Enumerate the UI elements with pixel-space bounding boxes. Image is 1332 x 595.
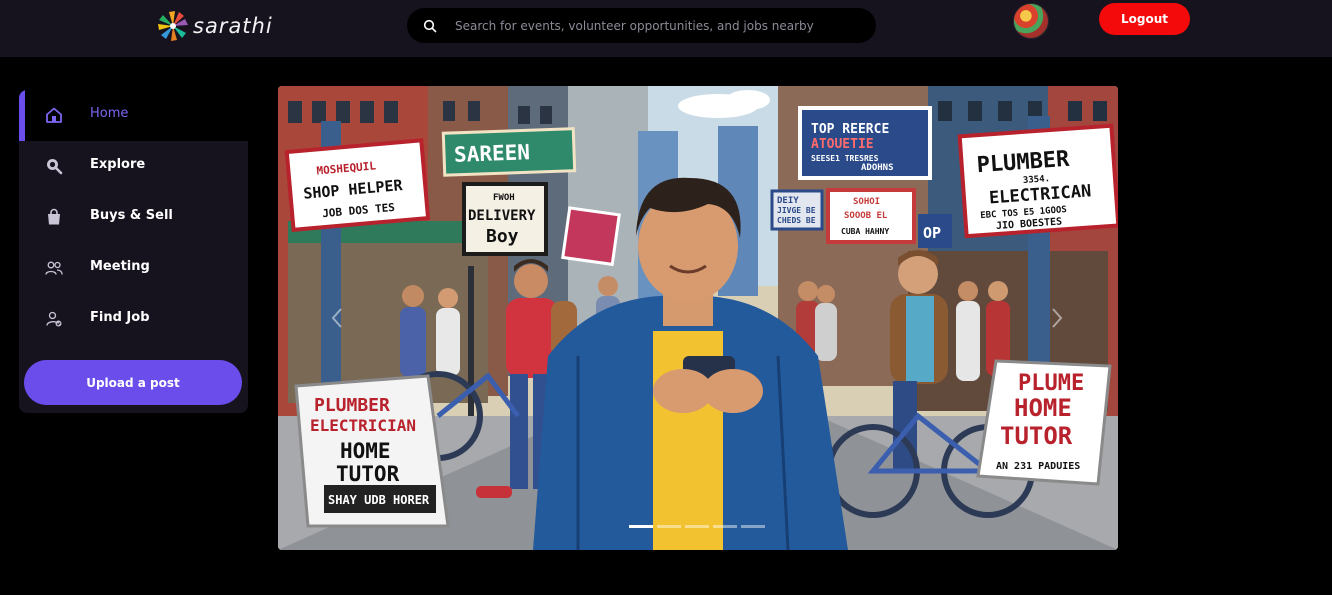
carousel-slide-image: MOSHEQUIL SHOP HELPER JOB DOS TES SAREEN… bbox=[278, 86, 1118, 550]
sign-text: JIVGE BE bbox=[777, 206, 816, 215]
carousel-prev-icon[interactable] bbox=[330, 306, 344, 330]
sidebar-item-label: Meeting bbox=[90, 259, 150, 274]
carousel-next-icon[interactable] bbox=[1050, 306, 1064, 330]
sidebar-item-label: Home bbox=[90, 106, 129, 121]
sign-text: SOOOB EL bbox=[844, 211, 888, 221]
sidebar-item-buys-sell[interactable]: Buys & Sell bbox=[19, 192, 248, 243]
search-icon bbox=[423, 19, 437, 32]
carousel-dot[interactable] bbox=[629, 525, 653, 528]
carousel-dot[interactable] bbox=[685, 525, 709, 528]
sign-text: HOME bbox=[340, 439, 391, 463]
sign-text: CUBA HAHNY bbox=[841, 227, 889, 236]
hero-carousel[interactable]: MOSHEQUIL SHOP HELPER JOB DOS TES SAREEN… bbox=[278, 86, 1118, 550]
sidebar: Home Explore Buys & Sell Meeting Find Jo… bbox=[19, 90, 248, 413]
sidebar-item-meeting[interactable]: Meeting bbox=[19, 243, 248, 294]
logo-icon bbox=[158, 11, 188, 41]
shopping-bag-icon bbox=[48, 208, 60, 225]
sign-text: SHAY UDB HORER bbox=[328, 493, 430, 507]
sign-text: AN 231 PADUIES bbox=[996, 461, 1080, 472]
sign-text: ADOHNS bbox=[861, 163, 894, 173]
sign-text: SOHOI bbox=[853, 197, 880, 207]
sign-text: CHEDS BE bbox=[777, 216, 816, 225]
top-bar: sarathi Logout bbox=[0, 0, 1332, 57]
sign-text: SAREEN bbox=[454, 140, 531, 167]
sign-text: PLUMBER bbox=[314, 395, 390, 416]
sign-text: TUTOR bbox=[1000, 422, 1073, 450]
logo-text: sarathi bbox=[193, 14, 273, 38]
sidebar-item-label: Explore bbox=[90, 157, 146, 172]
active-indicator bbox=[19, 90, 25, 141]
carousel-dot[interactable] bbox=[741, 525, 765, 528]
search-icon bbox=[47, 159, 63, 175]
sign-text: PLUME bbox=[1018, 371, 1084, 396]
logout-button[interactable]: Logout bbox=[1099, 3, 1190, 35]
sign-text: DELIVERY bbox=[468, 208, 536, 224]
sign-text: SEESE1 TRESRES bbox=[811, 154, 879, 163]
search-input[interactable] bbox=[453, 17, 864, 34]
sign-text: ATOUETIE bbox=[811, 137, 874, 152]
sign-text: Boy bbox=[486, 226, 519, 247]
search-bar[interactable] bbox=[407, 8, 876, 43]
carousel-dot[interactable] bbox=[713, 525, 737, 528]
upload-post-button[interactable]: Upload a post bbox=[24, 360, 242, 405]
sign-text: ELECTRICIAN bbox=[310, 416, 416, 435]
avatar[interactable] bbox=[1013, 3, 1049, 39]
home-icon bbox=[46, 107, 62, 123]
carousel-indicators bbox=[629, 525, 765, 528]
sign-text: TUTOR bbox=[336, 462, 400, 486]
sign-text: DEIY bbox=[777, 196, 799, 206]
sign-text: HOME bbox=[1014, 394, 1072, 422]
sidebar-item-label: Buys & Sell bbox=[90, 208, 173, 223]
sidebar-item-explore[interactable]: Explore bbox=[19, 141, 248, 192]
sign-text: FWOH bbox=[493, 193, 515, 203]
sidebar-item-find-job[interactable]: Find Job bbox=[19, 294, 248, 345]
people-icon bbox=[45, 261, 63, 275]
sign-text: TOP REERCE bbox=[811, 122, 889, 137]
sidebar-item-home[interactable]: Home bbox=[19, 90, 248, 141]
sign-text: OP bbox=[923, 224, 941, 242]
user-check-icon bbox=[46, 311, 62, 327]
carousel-dot[interactable] bbox=[657, 525, 681, 528]
logo[interactable]: sarathi bbox=[155, 7, 273, 45]
sidebar-item-label: Find Job bbox=[90, 310, 150, 325]
